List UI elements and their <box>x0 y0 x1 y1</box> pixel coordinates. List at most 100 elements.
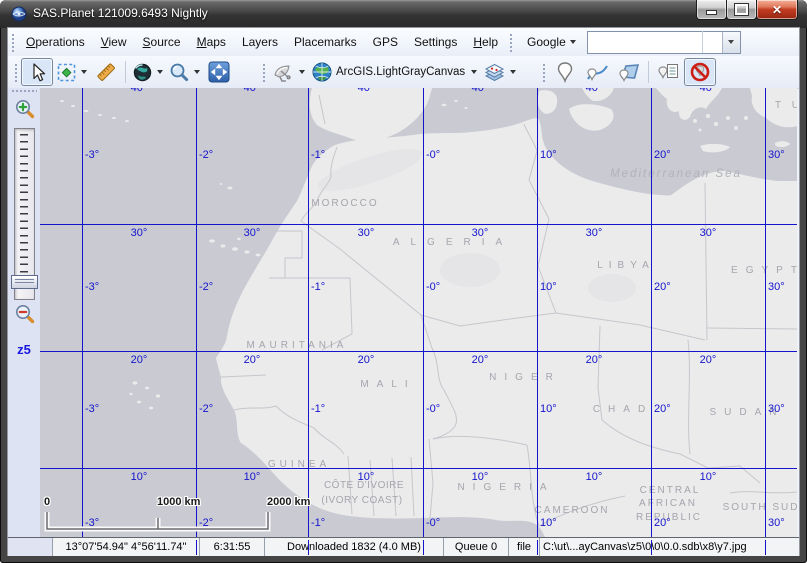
longitude-label: -2° <box>199 517 213 529</box>
close-icon: ✕ <box>772 4 782 16</box>
menu-maps[interactable]: Maps <box>189 31 234 53</box>
latitude-label: 10° <box>244 471 261 483</box>
graticule-hline <box>40 224 797 225</box>
map-place-label: T U <box>775 100 797 111</box>
scalebar-start-label: 0 <box>44 496 50 508</box>
menu-placemarks[interactable]: Placemarks <box>286 31 365 53</box>
chevron-down-icon <box>570 40 576 44</box>
hide-placemarks-button[interactable] <box>684 58 716 86</box>
menu-layers[interactable]: Layers <box>234 31 286 53</box>
menu-source[interactable]: Source <box>135 31 189 53</box>
search-combobox[interactable] <box>587 31 741 54</box>
selection-tool-button[interactable] <box>53 58 90 86</box>
selection-rect-icon <box>56 62 77 83</box>
longitude-label: 10° <box>540 281 557 293</box>
longitude-label: -0° <box>426 281 440 293</box>
chevron-down-icon <box>510 70 516 74</box>
sidebar-grip[interactable] <box>11 89 37 94</box>
app-window: SAS.Planet 121009.6493 Nightly ✕ Operati… <box>0 0 807 563</box>
fullscreen-button[interactable] <box>203 58 235 86</box>
add-placemark-button[interactable] <box>549 58 581 86</box>
layers-button[interactable] <box>480 58 519 86</box>
satellite-dish-icon <box>272 62 295 83</box>
map-scalebar: 0 1000 km 2000 km <box>40 488 300 537</box>
combobox-dropdown-button[interactable] <box>722 32 740 53</box>
add-polygon-button[interactable] <box>613 58 645 86</box>
arcgis-globe-icon <box>311 61 333 83</box>
no-entry-icon <box>689 61 711 83</box>
placemarks-toolbar-grip[interactable] <box>541 62 546 82</box>
latitude-label: 20° <box>244 354 261 366</box>
search-toolbar-grip[interactable] <box>508 32 513 52</box>
menu-help[interactable]: Help <box>465 31 506 53</box>
chevron-down-icon <box>194 70 200 74</box>
layers-icon <box>483 62 506 83</box>
zoom-sidebar: z5 <box>8 88 41 537</box>
toolbar-grip[interactable] <box>13 62 18 82</box>
map-place-label: MAURITANIA <box>247 340 348 351</box>
map-viewport[interactable]: 0 1000 km 2000 km 40°40°40°40°40°40°30°3… <box>40 88 797 537</box>
maps-toolbar-grip[interactable] <box>261 62 266 82</box>
statusbar-file-label: file <box>508 538 539 556</box>
latitude-label: 40° <box>244 88 261 94</box>
map-place-label: MALI <box>360 379 415 390</box>
menu-gps[interactable]: GPS <box>365 31 406 53</box>
close-button[interactable]: ✕ <box>756 0 798 20</box>
longitude-label: -0° <box>426 403 440 415</box>
statusbar-empty-pane <box>8 538 52 556</box>
toolbar-separator <box>125 61 126 83</box>
statusbar-coordinates: 13°07'54.94" 4°56'11.74" <box>52 538 199 556</box>
latitude-label: 30° <box>586 227 603 239</box>
latitude-label: 20° <box>131 354 148 366</box>
graticule-vline <box>765 88 766 537</box>
client-area: OperationsViewSourceMapsLayersPlacemarks… <box>8 28 799 555</box>
zoom-tool-button[interactable] <box>166 58 203 86</box>
graticule-vline <box>82 88 83 537</box>
graticule-overlay-line <box>423 540 424 555</box>
graticule-overlay-line <box>765 540 766 555</box>
zoom-out-button[interactable] <box>13 302 36 325</box>
zoom-out-icon <box>14 303 36 325</box>
longitude-label: 20° <box>654 403 671 415</box>
map-type-button[interactable]: ArcGIS.LightGrayCanvas <box>308 58 480 86</box>
chevron-down-icon <box>81 70 87 74</box>
maximize-button[interactable] <box>726 0 757 20</box>
map-place-label: ALGERIA <box>393 237 513 248</box>
menu-settings[interactable]: Settings <box>406 31 465 53</box>
map-place-label: MOROCCO <box>311 198 378 209</box>
titlebar[interactable]: SAS.Planet 121009.6493 Nightly ✕ <box>0 0 807 28</box>
minimize-button[interactable] <box>696 0 727 20</box>
map-place-label: Mediterranean Sea <box>610 168 742 180</box>
ruler-tool-button[interactable] <box>90 58 122 86</box>
map-place-label: CENTRAL <box>640 485 701 496</box>
minimize-icon <box>706 10 717 15</box>
scalebar-mid-label: 1000 km <box>157 496 200 508</box>
google-label: Google <box>527 35 566 49</box>
add-path-button[interactable] <box>581 58 613 86</box>
placemark-pin-icon <box>555 61 575 83</box>
latitude-label: 10° <box>131 471 148 483</box>
globe-view-button[interactable] <box>129 58 166 86</box>
menu-view[interactable]: View <box>93 31 135 53</box>
zoom-in-button[interactable] <box>13 97 36 120</box>
graticule-hline <box>40 468 797 469</box>
longitude-label: -1° <box>311 149 325 161</box>
download-tool-button[interactable] <box>269 58 308 86</box>
latitude-label: 30° <box>358 227 375 239</box>
map-place-label: CHAD <box>593 404 653 415</box>
longitude-label: -2° <box>199 281 213 293</box>
placemark-list-button[interactable] <box>652 58 684 86</box>
magnifier-icon <box>169 62 190 83</box>
cursor-tool-button[interactable] <box>21 58 53 86</box>
latitude-label: 30° <box>472 227 489 239</box>
zoom-slider-thumb[interactable] <box>11 275 38 289</box>
menu-operations[interactable]: Operations <box>18 31 93 53</box>
longitude-label: -0° <box>426 517 440 529</box>
graticule-hline <box>40 351 797 352</box>
latitude-label: 20° <box>472 354 489 366</box>
google-search-menu-button[interactable]: Google <box>520 31 583 53</box>
latitude-label: 30° <box>700 227 717 239</box>
menubar-grip[interactable] <box>10 32 15 52</box>
map-place-label: AFRICAN <box>639 498 697 509</box>
chevron-down-icon <box>157 70 163 74</box>
